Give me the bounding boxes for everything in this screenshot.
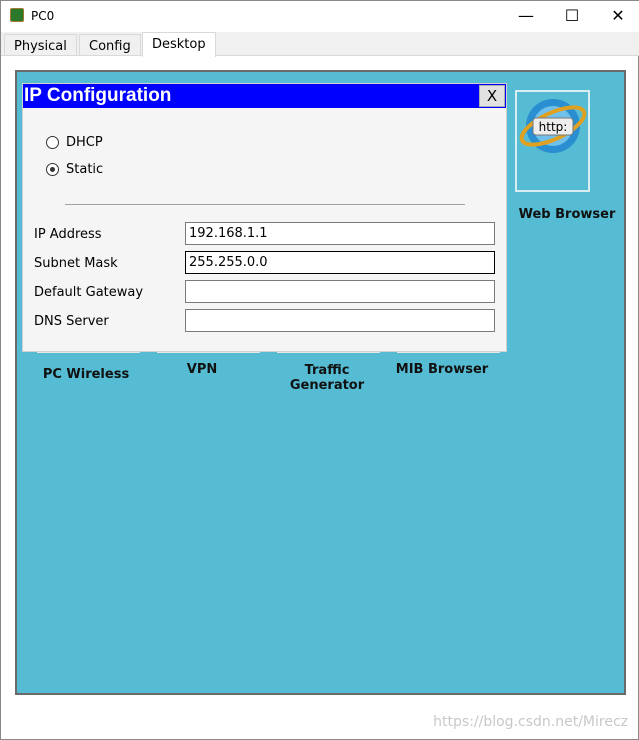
tab-bar: Physical Config Desktop xyxy=(1,32,639,57)
pc-wireless-label[interactable]: PC Wireless xyxy=(31,367,141,382)
radio-icon xyxy=(46,136,59,149)
subnet-mask-input[interactable]: 255.255.0.0 xyxy=(185,251,495,274)
static-label: Static xyxy=(66,162,104,177)
divider xyxy=(65,204,465,205)
web-browser-icon: http: xyxy=(519,99,587,153)
radio-checked-icon xyxy=(46,163,59,176)
default-gateway-label: Default Gateway xyxy=(34,285,144,300)
window-title: PC0 xyxy=(31,9,55,23)
dns-server-input[interactable] xyxy=(185,309,495,332)
dialog-close-button[interactable]: X xyxy=(479,85,505,107)
default-gateway-input[interactable] xyxy=(185,280,495,303)
subnet-mask-label: Subnet Mask xyxy=(34,256,118,271)
http-text: http: xyxy=(539,120,568,134)
pc-icon xyxy=(10,8,24,22)
title-bar: PC0 — ☐ ✕ xyxy=(1,1,639,32)
web-browser-button[interactable]: http: xyxy=(515,90,590,192)
dialog-title: IP Configuration xyxy=(23,84,506,108)
ip-address-input[interactable]: 192.168.1.1 xyxy=(185,222,495,245)
maximize-button[interactable]: ☐ xyxy=(549,5,595,27)
ip-address-label: IP Address xyxy=(34,227,102,242)
tab-config[interactable]: Config xyxy=(79,34,141,56)
web-browser-label[interactable]: Web Browser xyxy=(512,207,622,222)
traffic-generator-label[interactable]: Traffic Generator xyxy=(277,363,377,393)
ip-configuration-dialog: IP Configuration X DHCP Static IP Addres… xyxy=(22,83,507,352)
mib-browser-label[interactable]: MIB Browser xyxy=(387,362,497,377)
dhcp-label: DHCP xyxy=(66,135,103,150)
vpn-label[interactable]: VPN xyxy=(147,362,257,377)
close-button[interactable]: ✕ xyxy=(595,5,639,27)
tab-desktop[interactable]: Desktop xyxy=(142,32,216,57)
static-radio[interactable]: Static xyxy=(46,162,103,177)
tab-physical[interactable]: Physical xyxy=(4,34,77,56)
minimize-button[interactable]: — xyxy=(503,5,549,27)
dns-server-label: DNS Server xyxy=(34,314,109,329)
watermark: https://blog.csdn.net/Mirecz xyxy=(433,714,628,730)
desktop-area: http: Web Browser PC Wireless VPN Traffi… xyxy=(15,70,626,695)
dhcp-radio[interactable]: DHCP xyxy=(46,135,103,150)
